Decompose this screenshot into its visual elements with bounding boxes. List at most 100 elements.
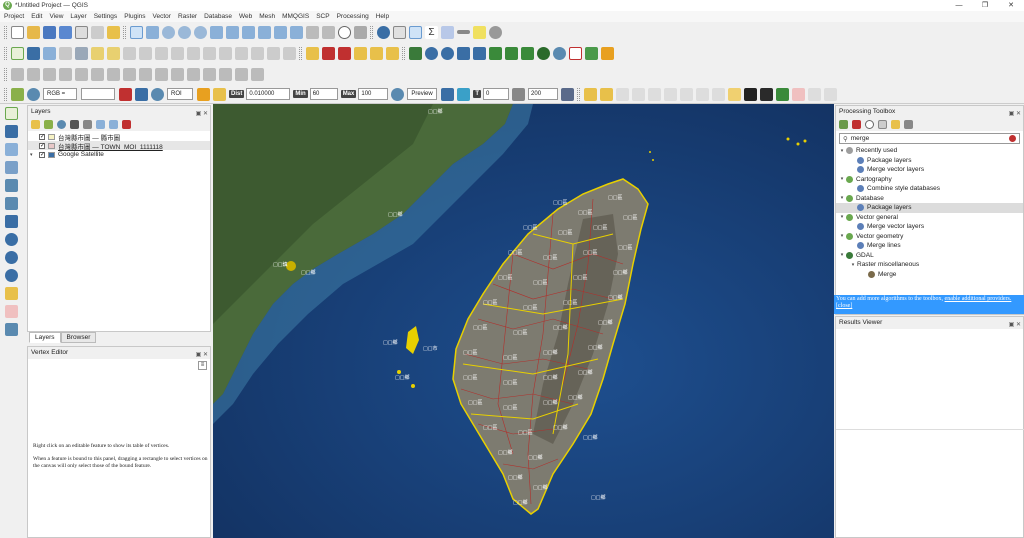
panel-close-icon[interactable]: ▣ ✕ [196,108,208,120]
edit-features-in-place-icon[interactable] [891,120,900,129]
scp-preview-zoom-icon[interactable] [391,87,405,101]
expand-arrow-icon[interactable]: ▾ [838,233,846,239]
add-raster-layer-icon[interactable] [27,46,40,60]
scp-band-calc-icon[interactable] [561,87,575,101]
processing-algorithm[interactable]: Merge lines [836,241,1023,251]
processing-group[interactable]: ▾ GDAL [836,251,1023,261]
deselect-icon[interactable] [616,87,630,101]
offset-curve-icon[interactable] [155,68,168,81]
save-as-icon[interactable] [59,25,72,39]
plugin-grid-icon[interactable] [808,87,822,101]
digitize-icon[interactable] [139,46,152,60]
delete-part-icon[interactable] [123,68,136,81]
processing-algorithm[interactable]: Combine style databases [836,184,1023,194]
scp-preview-icon[interactable] [441,87,455,101]
add-mesh-layer-icon[interactable] [43,46,56,60]
plugin-export-icon[interactable] [585,46,598,60]
svg-annotation-icon[interactable] [696,87,710,101]
merge-attributes-icon[interactable] [219,68,232,81]
menu-vector[interactable]: Vector [153,13,171,20]
zoom-out-icon[interactable] [178,25,191,39]
plugin-table-icon[interactable] [824,87,838,101]
georeferencer-icon[interactable] [409,46,422,60]
plugin-green-icon[interactable] [489,46,502,60]
geocode-icon[interactable] [441,46,454,60]
menu-mesh[interactable]: Mesh [259,13,275,20]
menu-raster[interactable]: Raster [178,13,197,20]
remove-layer-icon[interactable] [122,120,131,129]
expand-arrow-icon[interactable]: ▾ [838,176,846,182]
annotation-icon[interactable] [473,25,486,39]
toolbar-grip[interactable] [4,68,7,81]
scp-roi-zoom-icon[interactable] [151,87,164,101]
models-icon[interactable] [839,120,848,129]
reshape-icon[interactable] [139,68,152,81]
plugin-globe-icon[interactable] [553,46,566,60]
new-map-view-icon[interactable] [306,25,319,39]
plugin-rocket-icon[interactable] [521,46,534,60]
add-wfs-icon[interactable] [5,251,18,264]
rotate-label-icon[interactable] [370,46,383,60]
new-bookmark-icon[interactable] [728,87,742,101]
info-close-link[interactable]: [close] [836,303,852,309]
count-input[interactable]: 200 [528,88,559,100]
processing-algorithm[interactable]: Package layers [836,203,1023,213]
menu-processing[interactable]: Processing [337,13,369,20]
processing-group[interactable]: ▾ Vector geometry [836,232,1023,242]
copy-features-icon[interactable] [235,46,248,60]
show-bookmarks-icon[interactable] [744,87,758,101]
toolbar-grip[interactable] [4,25,7,39]
zoom-in-icon[interactable] [162,25,175,39]
filter-legend-icon[interactable] [83,120,92,129]
grid-icon[interactable] [457,46,470,60]
options-wrench-icon[interactable] [904,120,913,129]
processing-group[interactable]: ▾ Vector general [836,213,1023,223]
map-tips-icon[interactable] [712,87,726,101]
color-ramp-icon[interactable] [760,87,774,101]
redo-icon[interactable] [283,46,296,60]
select-feature-icon[interactable] [584,87,598,101]
processing-group[interactable]: ▾ Cartography [836,175,1023,185]
vertex-tool-icon[interactable] [171,46,184,60]
add-mesh-icon[interactable] [5,143,18,156]
roi-select[interactable]: ROI [167,88,193,100]
layer-row[interactable]: ▾ ✓ Google Satellite [28,150,210,159]
processing-algorithm[interactable]: Merge [836,270,1023,280]
filter-icon[interactable] [70,120,79,129]
processing-algorithm[interactable]: Package layers [836,156,1023,166]
select-by-expression-icon[interactable] [632,87,646,101]
min-input[interactable]: 60 [309,88,338,100]
statistical-summary-icon[interactable]: Σ [425,25,438,39]
python-console-icon[interactable] [473,46,486,60]
html-annotation-icon[interactable] [680,87,694,101]
expand-all-icon[interactable] [96,120,105,129]
add-group-icon[interactable] [44,120,53,129]
tab-browser[interactable]: Browser [60,332,97,343]
style-panel-icon[interactable] [31,120,40,129]
toolbar-grip[interactable] [123,25,126,39]
temporal-controller-icon[interactable] [338,25,351,39]
open-attribute-table-icon[interactable] [393,25,406,39]
merge-features-icon[interactable] [203,68,216,81]
tab-layers[interactable]: Layers [29,332,61,343]
map-canvas[interactable]: □□區 □□區 □□區 □□區 □□區 □□區 □□區 □□區 □□區 □□區 □□區 □□區 □… [213,104,834,538]
new-3d-view-icon[interactable] [322,25,335,39]
delete-ring-icon[interactable] [107,68,120,81]
layer-visibility-checkbox[interactable]: ✓ [39,151,45,158]
rgb-select[interactable]: RGB = [43,88,77,100]
clear-search-icon[interactable] [1009,135,1016,142]
zoom-to-layer-icon[interactable] [242,25,255,39]
paste-features-icon[interactable] [251,46,264,60]
collapse-all-icon[interactable] [109,120,118,129]
panel-close-icon[interactable]: ▣ ✕ [196,349,208,361]
toolbar-grip[interactable] [4,46,7,60]
menu-settings[interactable]: Settings [94,13,118,20]
zoom-rubber-icon[interactable] [194,25,207,39]
expand-arrow-icon[interactable]: ▾ [838,214,846,220]
pan-hand-icon[interactable] [130,25,143,39]
add-vector-icon[interactable] [5,107,18,120]
plugin-map-icon[interactable] [776,87,790,101]
cad-tools-icon[interactable] [11,68,24,81]
processing-toolbox-icon[interactable] [409,25,422,39]
preview-select[interactable]: Preview [407,88,438,100]
